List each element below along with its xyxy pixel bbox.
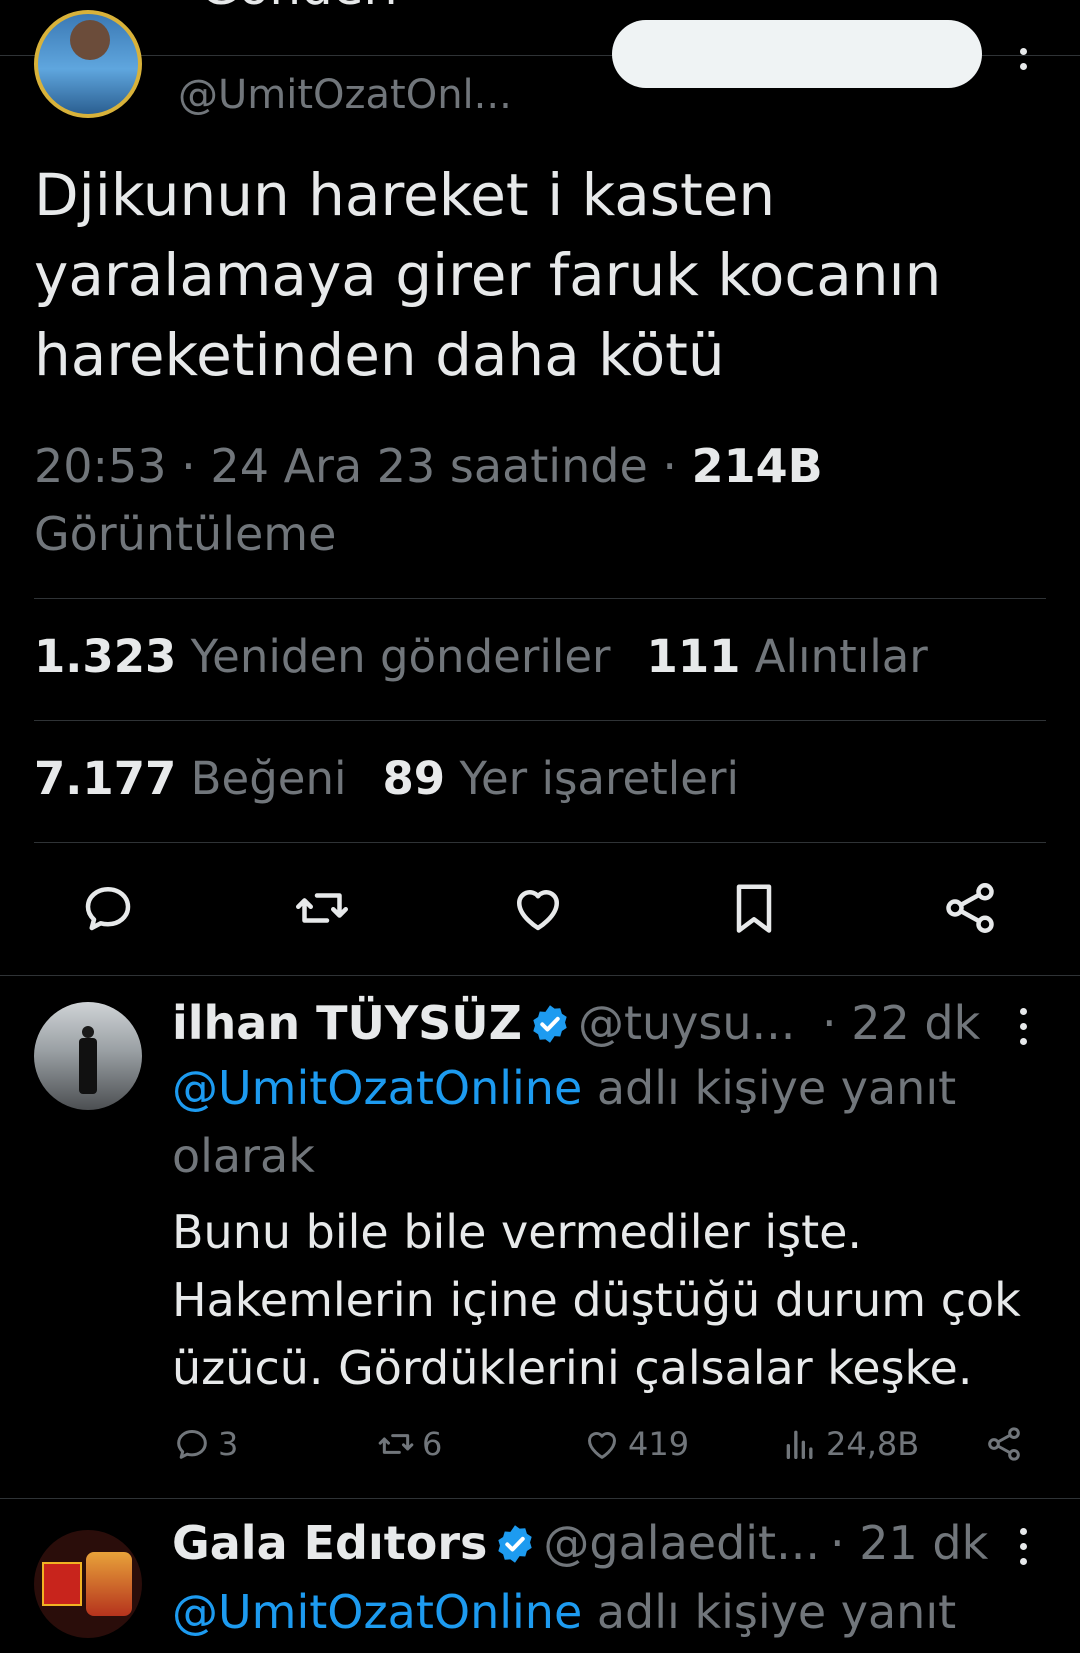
author-avatar[interactable] — [34, 10, 142, 118]
reply-icon — [177, 1430, 207, 1459]
repost-icon — [296, 893, 348, 923]
view-count: 24,8B — [826, 1425, 920, 1463]
reply-timestamp[interactable]: · 21 dk — [830, 1516, 988, 1570]
reply-text-line: Hakemlerin içine düştüğü durum çok — [172, 1273, 1021, 1327]
verified-icon — [498, 1524, 533, 1563]
engagement-row-1: 1.323 Yeniden gönderiler 111 Alıntılar — [34, 630, 928, 683]
reposts-stat[interactable]: 1.323 Yeniden gönderiler — [34, 630, 611, 683]
tweet-text-line: hareketinden daha kötü — [34, 321, 725, 389]
reply-context-text: olarak — [172, 1129, 315, 1183]
views-button[interactable]: 24,8B — [780, 1424, 919, 1464]
like-button[interactable] — [508, 878, 568, 938]
bookmarks-label: Yer işaretleri — [459, 752, 739, 805]
reply-timestamp[interactable]: · 22 dk — [822, 996, 980, 1050]
reposts-count: 1.323 — [34, 630, 177, 683]
divider — [34, 598, 1046, 599]
repost-icon — [378, 1434, 414, 1454]
reply-author-handle: @tuysu... — [577, 996, 796, 1050]
bookmarks-stat[interactable]: 89 Yer işaretleri — [383, 752, 740, 805]
reply-icon — [85, 887, 131, 931]
reply-context: @UmitOzatOnline adlı kişiye yanıt olarak — [172, 1054, 1032, 1190]
repost-button[interactable] — [292, 878, 352, 938]
reply-context-text: adlı kişiye yanıt — [582, 1585, 957, 1639]
likes-count: 7.177 — [34, 752, 177, 805]
reply-context-text: adlı kişiye yanıt — [582, 1061, 957, 1115]
bookmark-button[interactable] — [724, 878, 784, 938]
like-count: 419 — [628, 1425, 690, 1463]
divider — [34, 720, 1046, 721]
tweet-text-line: Djikunun hareket i kasten — [34, 161, 776, 229]
mention-link[interactable]: @UmitOzatOnline — [172, 1585, 582, 1639]
more-icon[interactable] — [1020, 1008, 1028, 1048]
like-button[interactable]: 419 — [582, 1424, 689, 1464]
divider — [0, 1498, 1080, 1499]
repost-count: 6 — [422, 1425, 443, 1463]
share-button[interactable] — [940, 878, 1000, 938]
more-icon[interactable] — [1020, 1528, 1028, 1568]
tweet-timestamp[interactable]: 20:53 · 24 Ara 23 saatinde · — [34, 439, 692, 493]
likes-stat[interactable]: 7.177 Beğeni — [34, 752, 347, 805]
views-count: 214B — [691, 439, 823, 493]
reply-author-name: ilhan TÜYSÜZ — [172, 996, 522, 1050]
views-label: Görüntüleme — [34, 507, 337, 561]
reply-author-handle: @galaedit... — [543, 1516, 820, 1570]
tweet-text: Djikunun hareket i kasten yaralamaya gir… — [34, 155, 1034, 395]
like-icon — [517, 890, 559, 931]
reply-text: Bunu bile bile vermediler işte. Hakemler… — [172, 1198, 1052, 1402]
likes-label: Beğeni — [190, 752, 347, 805]
share-button[interactable] — [984, 1424, 1030, 1464]
reply-count: 3 — [218, 1425, 239, 1463]
quotes-stat[interactable]: 111 Alıntılar — [647, 630, 928, 683]
reply-context: @UmitOzatOnline adlı kişiye yanıt — [172, 1578, 1032, 1646]
quotes-label: Alıntılar — [754, 630, 928, 683]
like-icon — [588, 1432, 616, 1459]
verified-icon — [533, 1004, 567, 1043]
reply-author[interactable]: ilhan TÜYSÜZ @tuysu... — [172, 996, 795, 1052]
more-icon[interactable] — [1020, 48, 1028, 88]
follow-button[interactable] — [612, 20, 982, 88]
tweet-text-line: yaralamaya girer faruk kocanın — [34, 241, 942, 309]
reply-text-line: üzücü. Gördüklerini çalsalar keşke. — [172, 1341, 973, 1395]
avatar[interactable] — [34, 1002, 142, 1110]
reply-author-name: Gala Edıtors — [172, 1516, 488, 1570]
reposts-label: Yeniden gönderiler — [190, 630, 611, 683]
share-icon — [946, 883, 994, 933]
author-handle[interactable]: @UmitOzatOnl... — [178, 72, 512, 118]
views-icon — [786, 1430, 813, 1459]
divider — [34, 842, 1046, 843]
tweet-meta: 20:53 · 24 Ara 23 saatinde · 214B Görünt… — [34, 432, 1034, 568]
reply-button[interactable] — [78, 878, 138, 938]
engagement-row-2: 7.177 Beğeni 89 Yer işaretleri — [34, 752, 739, 805]
avatar[interactable] — [34, 1530, 142, 1638]
page-title: Gönderi — [200, 0, 398, 16]
reply-author[interactable]: Gala Edıtors @galaedit... — [172, 1516, 820, 1572]
divider — [0, 975, 1080, 976]
bookmarks-count: 89 — [382, 752, 446, 805]
reply-text-line: Bunu bile bile vermediler işte. — [172, 1205, 863, 1259]
bookmark-icon — [736, 884, 772, 933]
mention-link[interactable]: @UmitOzatOnline — [172, 1061, 582, 1115]
repost-button[interactable]: 6 — [376, 1424, 442, 1464]
quotes-count: 111 — [646, 630, 741, 683]
reply-button[interactable]: 3 — [172, 1424, 238, 1464]
share-icon — [988, 1427, 1020, 1461]
